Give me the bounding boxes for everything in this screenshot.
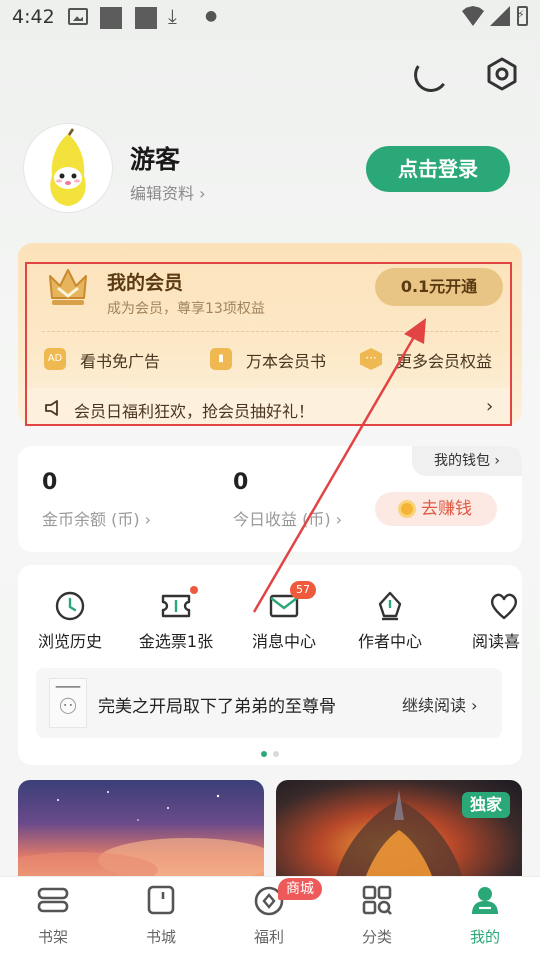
login-button[interactable]: 点击登录 [366,146,510,192]
status-bar: 4:42 ⤓ ● [0,0,540,36]
book-cover-thumbnail [49,678,87,728]
coin-balance-value: 0 [42,470,58,495]
tool-label: 金选票1张 [138,632,214,651]
gear-icon[interactable] [484,56,520,92]
bookstore-icon [145,884,177,916]
nav-label: 福利 [253,928,284,946]
mall-badge: 商城 [278,878,322,900]
annotation-highlight-box [25,262,512,426]
notification-icon [100,7,122,29]
signal-icon [490,6,510,26]
message-count-badge: 57 [290,581,316,599]
exclusive-tag: 独家 [462,792,510,818]
nav-label: 书城 [145,928,176,946]
clock-icon [54,590,86,622]
battery-icon [517,6,528,26]
my-wallet-tab[interactable]: 我的钱包 › [412,446,522,476]
bookshelf-icon [37,884,69,916]
coin-balance-link[interactable]: 金币余额 (币) › [42,506,151,530]
avatar[interactable] [24,124,112,212]
today-earnings-value: 0 [233,470,249,495]
gallery-icon [68,8,88,25]
username: 游客 [130,145,181,174]
more-notifications-icon: ● [205,8,218,24]
new-dot-badge [190,586,198,594]
nav-label: 我的 [469,928,500,946]
recent-book-title: 完美之开局取下了弟弟的至尊骨 [98,697,336,717]
coin-icon [398,500,416,518]
edit-profile-link[interactable]: 编辑资料 › [130,180,206,204]
category-icon [361,884,393,916]
continue-reading-link[interactable]: 继续阅读 › [402,692,478,716]
tool-label: 作者中心 [357,632,422,651]
wifi-icon [462,6,484,26]
today-earnings-link[interactable]: 今日收益 (币) › [233,506,342,530]
heart-icon [488,590,520,622]
tool-label: 消息中心 [251,632,316,651]
tool-label: 阅读喜 [472,632,521,651]
moon-icon[interactable] [410,56,446,92]
earn-money-button[interactable]: 去赚钱 [375,492,497,526]
status-time: 4:42 [12,6,55,28]
carousel-dot [273,751,279,757]
pen-icon [374,590,406,622]
tool-label: 浏览历史 [37,632,102,651]
download-icon: ⤓ [168,4,177,28]
profile-icon [469,884,501,916]
carousel-dot-active [261,751,267,757]
nav-label: 书架 [37,928,68,946]
promo-banner-left[interactable] [18,780,264,876]
notification-icon [135,7,157,29]
ticket-icon [160,590,192,622]
nav-label: 分类 [361,928,392,946]
